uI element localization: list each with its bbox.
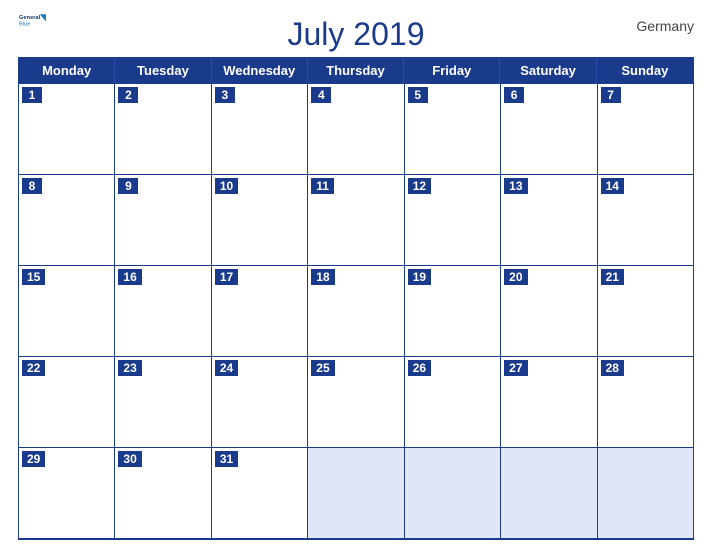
day-cell: 28 [598,357,694,448]
day-cell: 21 [598,266,694,357]
date-number: 9 [118,178,138,194]
date-number: 11 [311,178,334,194]
day-header-sunday: Sunday [597,58,693,83]
day-cell [501,448,597,539]
svg-text:Blue: Blue [19,22,30,28]
day-cell: 22 [19,357,115,448]
day-cell: 4 [308,84,404,175]
date-number: 8 [22,178,42,194]
date-number: 13 [504,178,527,194]
date-number: 21 [601,269,624,285]
date-number: 31 [215,451,238,467]
date-number: 3 [215,87,235,103]
date-number: 16 [118,269,141,285]
calendar-grid: 1234567891011121314151617181920212223242… [18,84,694,540]
day-cell: 19 [405,266,501,357]
date-number: 15 [22,269,45,285]
date-number: 26 [408,360,431,376]
date-number: 30 [118,451,141,467]
days-header: MondayTuesdayWednesdayThursdayFridaySatu… [18,57,694,84]
day-cell: 8 [19,175,115,266]
day-cell: 9 [115,175,211,266]
day-header-wednesday: Wednesday [212,58,308,83]
date-number: 24 [215,360,238,376]
date-number: 7 [601,87,621,103]
date-number: 17 [215,269,238,285]
day-cell: 1 [19,84,115,175]
date-number: 27 [504,360,527,376]
date-number: 18 [311,269,334,285]
date-number: 2 [118,87,138,103]
day-cell: 29 [19,448,115,539]
day-header-monday: Monday [19,58,115,83]
day-cell [308,448,404,539]
general-blue-logo-icon: General Blue [18,10,46,32]
day-cell [405,448,501,539]
day-cell: 31 [212,448,308,539]
day-cell: 13 [501,175,597,266]
day-cell [598,448,694,539]
day-cell: 7 [598,84,694,175]
day-cell: 24 [212,357,308,448]
day-cell: 25 [308,357,404,448]
country-label: Germany [636,18,694,34]
date-number: 6 [504,87,524,103]
day-cell: 30 [115,448,211,539]
day-cell: 23 [115,357,211,448]
day-cell: 17 [212,266,308,357]
day-cell: 12 [405,175,501,266]
date-number: 12 [408,178,431,194]
date-number: 1 [22,87,42,103]
date-number: 19 [408,269,431,285]
day-cell: 2 [115,84,211,175]
day-cell: 20 [501,266,597,357]
day-cell: 5 [405,84,501,175]
day-cell: 16 [115,266,211,357]
day-cell: 3 [212,84,308,175]
date-number: 25 [311,360,334,376]
day-cell: 11 [308,175,404,266]
svg-text:General: General [19,15,41,21]
date-number: 23 [118,360,141,376]
day-cell: 26 [405,357,501,448]
header-row: General Blue July 2019 Germany [18,10,694,53]
date-number: 20 [504,269,527,285]
date-number: 4 [311,87,331,103]
logo-area: General Blue [18,10,46,32]
day-cell: 6 [501,84,597,175]
calendar-title: July 2019 [288,16,425,53]
day-cell: 10 [212,175,308,266]
day-cell: 14 [598,175,694,266]
day-cell: 18 [308,266,404,357]
date-number: 14 [601,178,624,194]
day-header-thursday: Thursday [308,58,404,83]
calendar-container: General Blue July 2019 Germany MondayTue… [0,0,712,550]
day-cell: 15 [19,266,115,357]
day-cell: 27 [501,357,597,448]
date-number: 29 [22,451,45,467]
day-header-saturday: Saturday [500,58,596,83]
day-header-friday: Friday [404,58,500,83]
day-header-tuesday: Tuesday [115,58,211,83]
date-number: 28 [601,360,624,376]
date-number: 22 [22,360,45,376]
date-number: 10 [215,178,238,194]
date-number: 5 [408,87,428,103]
